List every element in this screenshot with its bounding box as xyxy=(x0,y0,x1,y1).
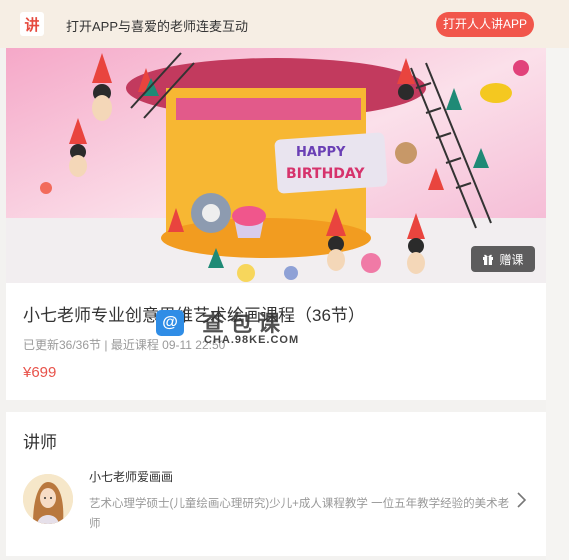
course-price: ¥699 xyxy=(23,364,57,381)
cover-birthday-text: BIRTHDAY xyxy=(286,166,365,182)
app-logo: 讲 xyxy=(20,12,44,36)
watermark-sub: CHA.98KE.COM xyxy=(204,334,300,346)
page-side-strip xyxy=(546,48,569,560)
watermark-badge-icon: @ xyxy=(156,310,184,336)
cover-happy-text: HAPPY xyxy=(296,145,346,160)
gift-icon xyxy=(482,253,494,265)
app-download-banner: 讲 打开APP与喜爱的老师连麦互动 打开人人讲APP xyxy=(0,0,569,48)
course-cover-image: HAPPY BIRTHDAY 赠课 xyxy=(6,48,546,283)
gift-label: 赠课 xyxy=(499,252,524,267)
gift-course-button[interactable]: 赠课 xyxy=(471,246,535,272)
cover-illustration: HAPPY BIRTHDAY xyxy=(6,48,546,283)
watermark: @ 查包课 CHA.98KE.COM xyxy=(156,306,316,350)
teacher-section: 讲师 小七老师爱画画 艺术心理学硕士(儿童绘画心理研究)少儿+成人课程教学 一位… xyxy=(6,412,546,556)
teacher-avatar[interactable] xyxy=(23,474,73,524)
app-logo-char: 讲 xyxy=(24,15,40,34)
chevron-right-icon[interactable] xyxy=(514,490,528,510)
teacher-description: 艺术心理学硕士(儿童绘画心理研究)少儿+成人课程教学 一位五年教学经验的美术老师 xyxy=(89,498,510,530)
course-card: HAPPY BIRTHDAY 赠课 小七老师专业创意思维艺术绘画课程（36节） … xyxy=(6,48,546,400)
teacher-section-title: 讲师 xyxy=(23,433,57,452)
banner-text: 打开APP与喜爱的老师连麦互动 xyxy=(66,19,249,34)
teacher-name[interactable]: 小七老师爱画画 xyxy=(89,468,173,485)
open-app-button[interactable]: 打开人人讲APP xyxy=(436,12,534,37)
